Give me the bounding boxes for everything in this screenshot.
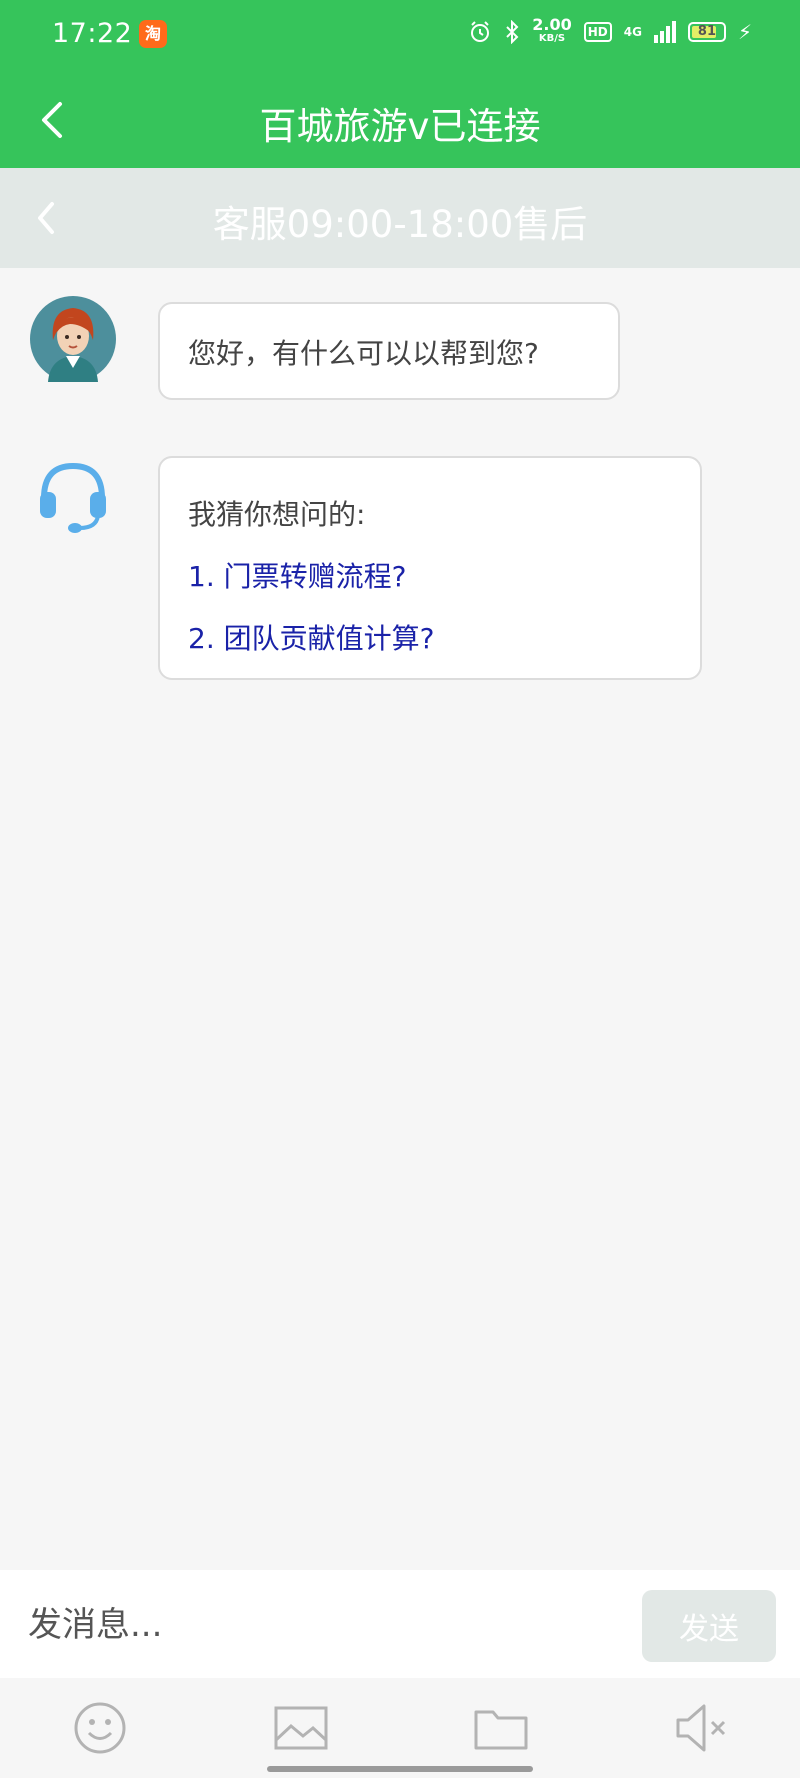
- speed-unit: KB/S: [538, 33, 566, 44]
- signal-icon: [653, 21, 676, 43]
- emoji-icon[interactable]: [70, 1700, 130, 1756]
- page-title: 百城旅游v已连接: [259, 105, 541, 148]
- image-icon[interactable]: [271, 1700, 331, 1756]
- composer: 发送: [0, 1570, 800, 1678]
- hd-badge: HD: [583, 22, 612, 42]
- service-hours-bar: 客服09:00-18:00售后: [0, 168, 800, 268]
- charging-icon: ⚡: [737, 20, 752, 44]
- battery-icon: 81: [687, 22, 726, 42]
- status-time: 17:22: [52, 18, 133, 49]
- suggestion-intro: 我猜你想问的:: [188, 498, 366, 531]
- bluetooth-icon: [506, 20, 519, 44]
- status-bar: 17:22 淘 2.00 KB/S HD 4G 81 ⚡: [0, 0, 800, 72]
- taobao-app-icon: 淘: [139, 20, 167, 48]
- suggestion-link-ticket-transfer[interactable]: 1. 门票转赠流程?: [188, 546, 672, 608]
- message-input[interactable]: [26, 1592, 610, 1658]
- title-bar: 百城旅游v已连接: [0, 72, 800, 168]
- network-speed: 2.00 KB/S: [532, 15, 572, 46]
- network-type: 4G: [623, 25, 642, 39]
- headset-icon: [40, 462, 106, 533]
- greeting-text: 您好，有什么可以以帮到您?: [188, 337, 539, 370]
- sound-muted-icon[interactable]: [672, 1700, 732, 1756]
- alarm-icon: [471, 21, 490, 42]
- send-button[interactable]: 发送: [642, 1590, 776, 1662]
- home-indicator[interactable]: [267, 1766, 533, 1772]
- status-icons: 2.00 KB/S HD 4G 81 ⚡: [468, 15, 752, 46]
- agent-avatar-icon: [30, 296, 116, 382]
- chat-bubble-suggestions: 我猜你想问的: 1. 门票转赠流程? 2. 团队贡献值计算?: [158, 456, 702, 680]
- chat-bubble-greeting: 您好，有什么可以以帮到您?: [158, 302, 620, 400]
- suggestion-link-team-contribution[interactable]: 2. 团队贡献值计算?: [188, 608, 672, 670]
- speed-value: 2.00: [532, 15, 572, 34]
- folder-icon[interactable]: [471, 1700, 531, 1756]
- service-hours-title: 客服09:00-18:00售后: [212, 203, 588, 246]
- composer-toolbar: [0, 1678, 800, 1778]
- battery-level: 81: [697, 24, 716, 39]
